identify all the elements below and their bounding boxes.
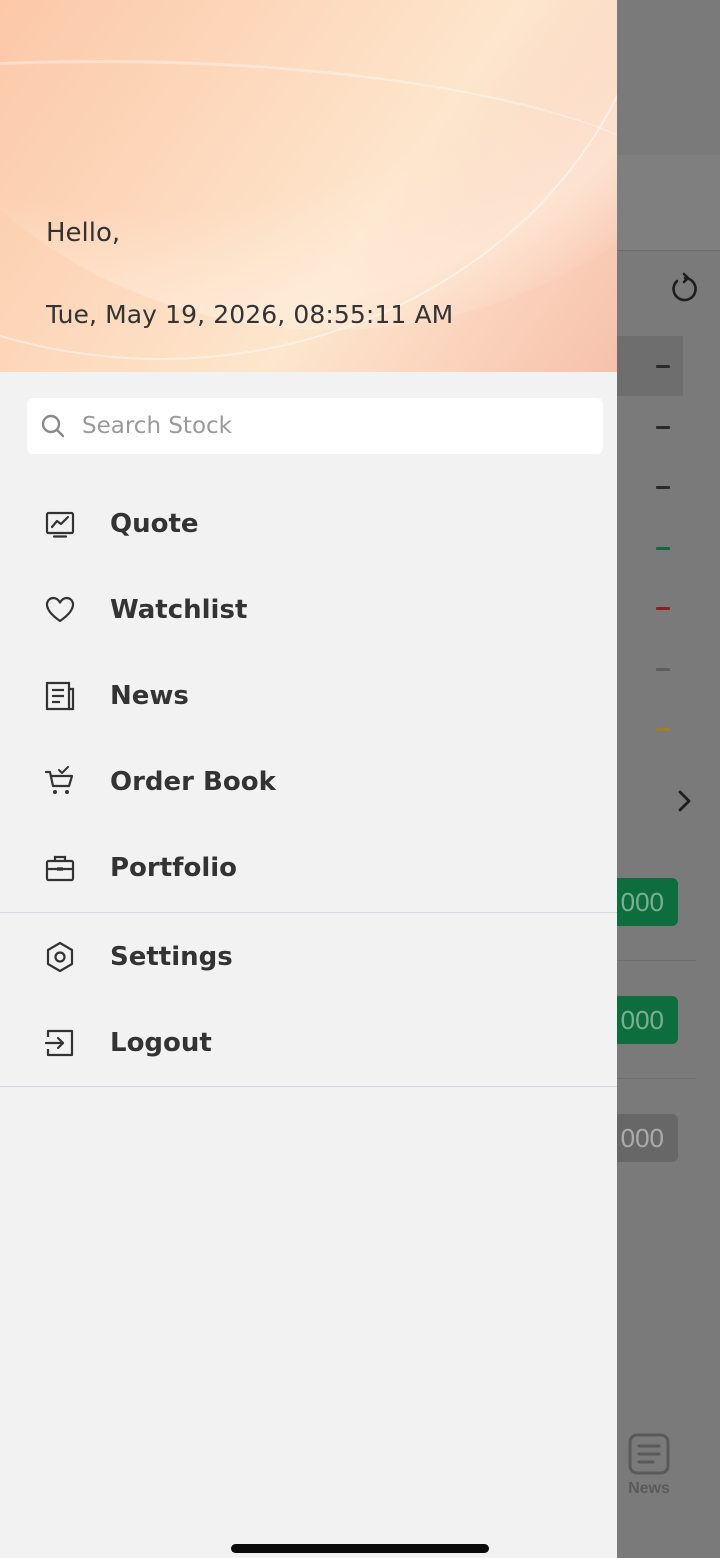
- drawer-header: Hello, Tue, May 19, 2026, 08:55:11 AM: [0, 0, 617, 372]
- newspaper-icon: [44, 680, 76, 712]
- menu-item-news[interactable]: News: [0, 653, 617, 739]
- bg-value-dash: [656, 547, 670, 550]
- menu-item-watchlist[interactable]: Watchlist: [0, 567, 617, 653]
- bg-value-dash: [656, 668, 670, 671]
- menu-item-order-book[interactable]: Order Book: [0, 739, 617, 825]
- bg-value-dash: [656, 426, 670, 429]
- settings-hexagon-icon: [44, 941, 76, 973]
- menu-item-quote[interactable]: Quote: [0, 481, 617, 567]
- bottom-tab-news[interactable]: News: [618, 1432, 680, 1498]
- quote-chart-icon: [44, 508, 76, 540]
- menu-item-label: Settings: [110, 942, 233, 972]
- bg-divider: [617, 250, 720, 251]
- menu-item-label: Order Book: [110, 767, 276, 797]
- bg-value-dash: [656, 607, 670, 610]
- search-stock-input[interactable]: Search Stock: [27, 398, 603, 454]
- logout-icon: [44, 1027, 76, 1059]
- refresh-icon[interactable]: [668, 272, 702, 306]
- bg-divider: [617, 1078, 696, 1079]
- current-datetime: Tue, May 19, 2026, 08:55:11 AM: [46, 300, 454, 329]
- greeting-text: Hello,: [46, 218, 121, 248]
- bottom-tab-news-label: News: [628, 1480, 670, 1497]
- bg-value-dash: [656, 365, 670, 368]
- menu-item-label: Watchlist: [110, 595, 248, 625]
- menu-item-label: News: [110, 681, 189, 711]
- heart-icon: [44, 594, 76, 626]
- news-icon: [628, 1433, 670, 1475]
- menu-item-label: Quote: [110, 509, 199, 539]
- menu-item-settings[interactable]: Settings: [0, 914, 617, 1000]
- menu-divider: [0, 1086, 617, 1087]
- bg-divider: [617, 960, 696, 961]
- menu-divider: [0, 912, 617, 913]
- search-icon: [41, 414, 65, 438]
- menu-item-label: Portfolio: [110, 853, 238, 883]
- chevron-right-icon[interactable]: [672, 786, 698, 816]
- menu-item-label: Logout: [110, 1028, 212, 1058]
- search-placeholder: Search Stock: [82, 413, 232, 439]
- home-indicator[interactable]: [231, 1544, 489, 1553]
- bg-highlight-row: [617, 336, 683, 396]
- bg-value-dash: [656, 486, 670, 489]
- briefcase-icon: [44, 852, 76, 884]
- navigation-drawer: Hello, Tue, May 19, 2026, 08:55:11 AM Se…: [0, 0, 617, 1558]
- menu-item-logout[interactable]: Logout: [0, 1000, 617, 1086]
- bg-value-dash: [656, 728, 670, 731]
- menu-item-portfolio[interactable]: Portfolio: [0, 825, 617, 911]
- bg-header-band: [617, 155, 720, 251]
- cart-icon: [44, 766, 76, 798]
